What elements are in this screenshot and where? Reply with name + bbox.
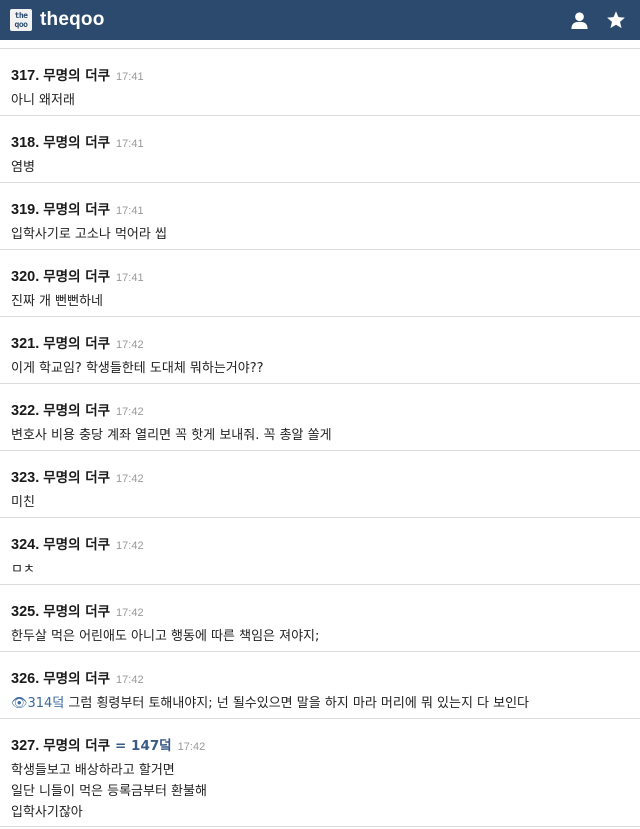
comment-header: 319. 무명의 더쿠 17:41	[11, 198, 629, 218]
comment-author: 무명의 더쿠	[43, 336, 111, 352]
site-brand[interactable]: theqoo	[40, 9, 105, 31]
comment-time: 17:41	[116, 205, 144, 217]
comment-number[interactable]: 327.	[11, 738, 39, 754]
comment-item: 322. 무명의 더쿠 17:42 변호사 비용 충당 계좌 열리면 꼭 핫게 …	[0, 384, 640, 451]
comment-time: 17:42	[116, 406, 144, 418]
logo-text-top: the	[14, 11, 28, 20]
comment-number[interactable]: 319.	[11, 202, 39, 218]
comment-item: 326. 무명의 더쿠 17:42 👁314덬 그럼 횡령부터 토해내야지; 넌…	[0, 652, 640, 719]
comment-body: 아니 왜저래	[11, 90, 629, 111]
comment-body: 염병	[11, 157, 629, 178]
comment-time: 17:42	[116, 540, 144, 552]
star-icon[interactable]	[606, 10, 626, 30]
reply-text: 그럼 횡령부터 토해내야지; 넌 될수있으면 말을 하지 마라 머리에 뭐 있는…	[64, 696, 530, 711]
comment-time: 17:41	[116, 71, 144, 83]
comment-item: 327. 무명의 더쿠 = 147덬 17:42 학생들보고 배상하라고 할거면…	[0, 719, 640, 827]
comment-text: 아니 왜저래	[11, 93, 75, 108]
comment-time: 17:42	[116, 607, 144, 619]
comment-text-line: 일단 니들이 먹은 등록금부터 환불해	[11, 784, 207, 799]
user-icon[interactable]	[570, 11, 589, 30]
reply-link[interactable]: 👁314덬	[11, 696, 64, 711]
comment-text: ㅁㅊ	[11, 562, 35, 577]
comment-time: 17:42	[116, 473, 144, 485]
comment-header: 321. 무명의 더쿠 17:42	[11, 332, 629, 352]
comment-text: 👁314덬 그럼 횡령부터 토해내야지; 넌 될수있으면 말을 하지 마라 머리…	[11, 693, 629, 714]
list-top-divider	[0, 40, 640, 49]
comment-number[interactable]: 323.	[11, 470, 39, 486]
comment-text: 이게 학교임? 학생들한테 도대체 뭐하는거야??	[11, 361, 264, 376]
comment-text-line: 학생들보고 배상하라고 할거면	[11, 763, 175, 778]
comment-item: 317. 무명의 더쿠 17:41 아니 왜저래	[0, 49, 640, 116]
comment-time: 17:41	[116, 138, 144, 150]
comment-item: 319. 무명의 더쿠 17:41 입학사기로 고소나 먹어라 씹	[0, 183, 640, 250]
comment-item: 324. 무명의 더쿠 17:42 ㅁㅊ	[0, 518, 640, 585]
comment-item: 323. 무명의 더쿠 17:42 미친	[0, 451, 640, 518]
comment-item: 318. 무명의 더쿠 17:41 염병	[0, 116, 640, 183]
comment-header: 326. 무명의 더쿠 17:42	[11, 667, 629, 687]
comment-body: 이게 학교임? 학생들한테 도대체 뭐하는거야??	[11, 358, 629, 379]
comment-author: 무명의 더쿠	[43, 202, 111, 218]
comment-time: 17:42	[116, 339, 144, 351]
top-navigation-bar: the qoo theqoo	[0, 0, 640, 40]
comment-author: 무명의 더쿠	[43, 135, 111, 151]
comment-author: 무명의 더쿠	[43, 537, 111, 553]
comment-body: 👁314덬 그럼 횡령부터 토해내야지; 넌 될수있으면 말을 하지 마라 머리…	[11, 693, 629, 714]
comment-text: 입학사기로 고소나 먹어라 씹	[11, 227, 167, 242]
comment-number[interactable]: 326.	[11, 671, 39, 687]
comment-author: 무명의 더쿠	[43, 269, 111, 285]
comment-author: 무명의 더쿠	[43, 68, 111, 84]
comment-author: 무명의 더쿠	[43, 470, 111, 486]
comment-text: 변호사 비용 충당 계좌 열리면 꼭 핫게 보내줘. 꼭 총알 쏠게	[11, 428, 332, 443]
comment-text-line: 입학사기잖아	[11, 805, 83, 820]
comment-header: 324. 무명의 더쿠 17:42	[11, 533, 629, 553]
comment-header: 327. 무명의 더쿠 = 147덬 17:42	[11, 734, 629, 754]
comment-text: 염병	[11, 160, 35, 175]
comment-item: 321. 무명의 더쿠 17:42 이게 학교임? 학생들한테 도대체 뭐하는거…	[0, 317, 640, 384]
comment-header: 318. 무명의 더쿠 17:41	[11, 131, 629, 151]
comment-number[interactable]: 325.	[11, 604, 39, 620]
comment-item: 320. 무명의 더쿠 17:41 진짜 개 뻔뻔하네	[0, 250, 640, 317]
comment-author: 무명의 더쿠	[43, 738, 111, 754]
comment-body: ㅁㅊ	[11, 559, 629, 580]
comment-time: 17:42	[177, 741, 206, 753]
comment-body: 변호사 비용 충당 계좌 열리면 꼭 핫게 보내줘. 꼭 총알 쏠게	[11, 425, 629, 446]
theqoo-logo-icon[interactable]: the qoo	[10, 9, 32, 31]
comment-body: 입학사기로 고소나 먹어라 씹	[11, 224, 629, 245]
comment-body: 학생들보고 배상하라고 할거면 일단 니들이 먹은 등록금부터 환불해 입학사기…	[11, 760, 629, 823]
comment-time: 17:41	[116, 272, 144, 284]
comment-body: 한두살 먹은 어린애도 아니고 행동에 따른 책임은 져야지;	[11, 626, 629, 647]
comment-header: 322. 무명의 더쿠 17:42	[11, 399, 629, 419]
comment-author: 무명의 더쿠	[43, 671, 111, 687]
same-author-badge[interactable]: = 147덬	[115, 734, 172, 754]
comment-text: 한두살 먹은 어린애도 아니고 행동에 따른 책임은 져야지;	[11, 629, 320, 644]
comment-author: 무명의 더쿠	[43, 604, 111, 620]
comment-body: 미친	[11, 492, 629, 513]
logo-text-bottom: qoo	[14, 20, 28, 29]
comment-number[interactable]: 321.	[11, 336, 39, 352]
comment-text: 진짜 개 뻔뻔하네	[11, 294, 103, 309]
comment-number[interactable]: 317.	[11, 68, 39, 84]
comment-author: 무명의 더쿠	[43, 403, 111, 419]
top-icons	[570, 10, 630, 30]
comment-body: 진짜 개 뻔뻔하네	[11, 291, 629, 312]
comment-time: 17:42	[116, 674, 144, 686]
comment-number[interactable]: 322.	[11, 403, 39, 419]
comment-text: 미친	[11, 495, 35, 510]
comment-header: 323. 무명의 더쿠 17:42	[11, 466, 629, 486]
comment-number[interactable]: 318.	[11, 135, 39, 151]
comment-number[interactable]: 324.	[11, 537, 39, 553]
comment-number[interactable]: 320.	[11, 269, 39, 285]
comment-header: 320. 무명의 더쿠 17:41	[11, 265, 629, 285]
comment-header: 317. 무명의 더쿠 17:41	[11, 64, 629, 84]
comment-header: 325. 무명의 더쿠 17:42	[11, 600, 629, 620]
comment-item: 325. 무명의 더쿠 17:42 한두살 먹은 어린애도 아니고 행동에 따른…	[0, 585, 640, 652]
comment-list: 317. 무명의 더쿠 17:41 아니 왜저래 318. 무명의 더쿠 17:…	[0, 40, 640, 827]
